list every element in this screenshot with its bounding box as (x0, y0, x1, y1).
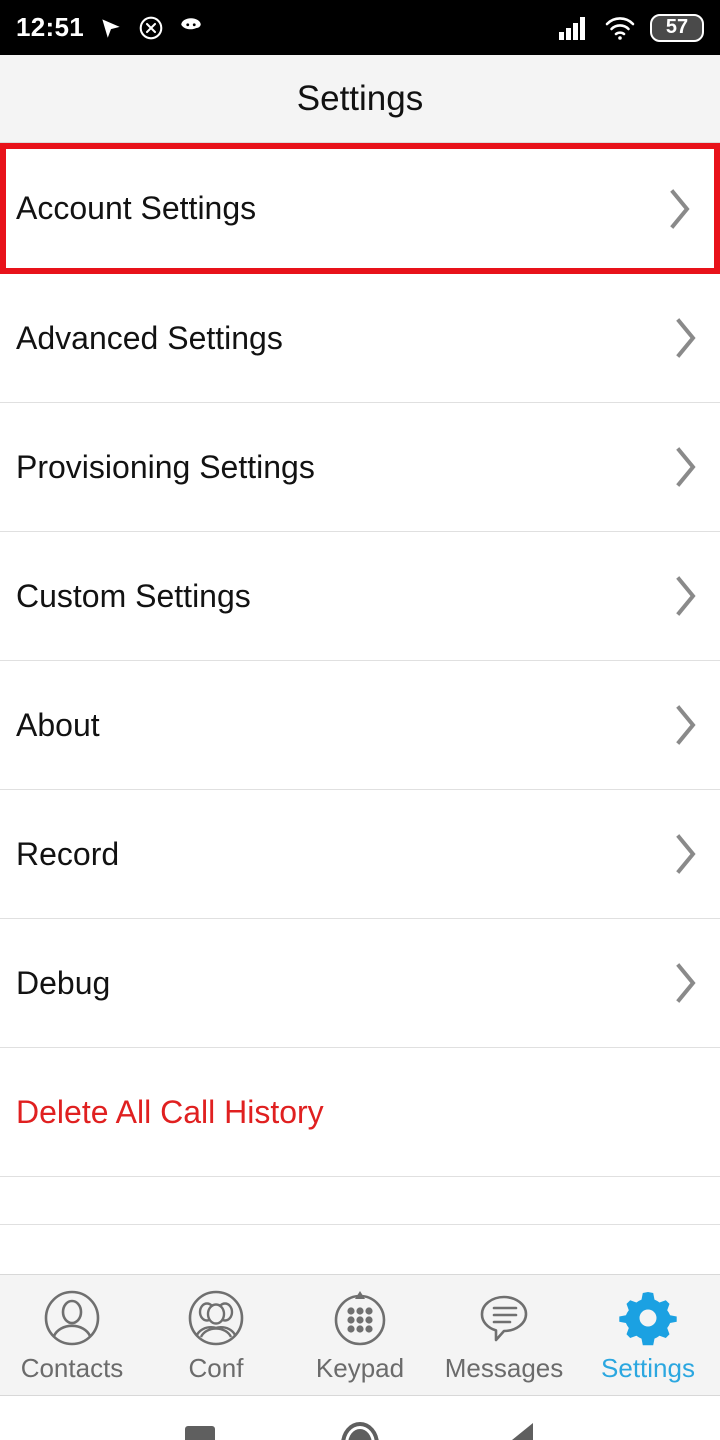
list-item-label: Debug (16, 964, 111, 1001)
cellular-signal-icon (558, 15, 590, 41)
list-item-label: Advanced Settings (16, 319, 283, 356)
android-navigation-bar (0, 1396, 720, 1440)
conference-people-icon (186, 1287, 246, 1349)
list-item-about[interactable]: About (0, 661, 720, 790)
recents-square-icon[interactable] (165, 1409, 235, 1440)
location-arrow-icon (98, 15, 124, 41)
app-header: Settings (0, 55, 720, 143)
tab-label: Conf (188, 1352, 244, 1383)
list-item-label: Custom Settings (16, 577, 251, 614)
list-item-label: Provisioning Settings (16, 448, 315, 485)
settings-list: Account Settings Advanced Settings Provi… (0, 143, 720, 1274)
list-item-record[interactable]: Record (0, 790, 720, 919)
chevron-right-icon (672, 573, 700, 619)
chevron-right-icon (672, 315, 700, 361)
tab-label: Messages (444, 1352, 564, 1383)
tab-label: Contacts (20, 1352, 124, 1383)
list-item-debug[interactable]: Debug (0, 919, 720, 1048)
tab-label: Keypad (315, 1352, 405, 1383)
page-title: Settings (296, 78, 424, 118)
list-item-label: Delete All Call History (16, 1093, 324, 1130)
list-item-delete-all-call-history[interactable]: Delete All Call History (0, 1048, 720, 1177)
list-empty-row (0, 1177, 720, 1225)
tab-keypad[interactable]: Keypad (288, 1275, 432, 1395)
tab-contacts[interactable]: Contacts (0, 1275, 144, 1395)
list-item-provisioning-settings[interactable]: Provisioning Settings (0, 403, 720, 532)
messages-bubble-icon (474, 1287, 534, 1349)
list-item-label: Record (16, 835, 120, 872)
chevron-right-icon (672, 702, 700, 748)
status-bar-left: 12:51 (16, 12, 204, 43)
list-item-label: About (16, 706, 100, 743)
list-item-advanced-settings[interactable]: Advanced Settings (0, 274, 720, 403)
keypad-dots-icon (330, 1287, 390, 1349)
settings-gear-icon (618, 1287, 678, 1349)
chevron-right-icon (672, 831, 700, 877)
app-face-icon (178, 15, 204, 41)
phone-screen: 12:51 57 Settings Account Settings Advan… (0, 0, 720, 1440)
list-item-label: Account Settings (16, 190, 257, 226)
status-bar-right: 57 (558, 13, 704, 42)
tab-settings[interactable]: Settings (576, 1275, 720, 1395)
back-triangle-icon[interactable] (485, 1409, 555, 1440)
bottom-tab-bar: Contacts Conf Keypad Messages Settings (0, 1274, 720, 1396)
chevron-right-icon (672, 960, 700, 1006)
chevron-right-icon (666, 186, 694, 232)
contacts-person-icon (42, 1287, 102, 1349)
status-bar-clock: 12:51 (16, 12, 84, 42)
wifi-icon (604, 15, 636, 41)
list-item-account-settings[interactable]: Account Settings (0, 143, 720, 274)
battery-indicator: 57 (650, 13, 704, 42)
list-bottom-gap (0, 1225, 720, 1274)
tab-conf[interactable]: Conf (144, 1275, 288, 1395)
chevron-right-icon (672, 444, 700, 490)
tab-messages[interactable]: Messages (432, 1275, 576, 1395)
home-circle-icon[interactable] (325, 1409, 395, 1440)
list-item-custom-settings[interactable]: Custom Settings (0, 532, 720, 661)
status-bar: 12:51 57 (0, 0, 720, 55)
cancel-circle-icon (138, 15, 164, 41)
tab-label: Settings (601, 1352, 695, 1383)
